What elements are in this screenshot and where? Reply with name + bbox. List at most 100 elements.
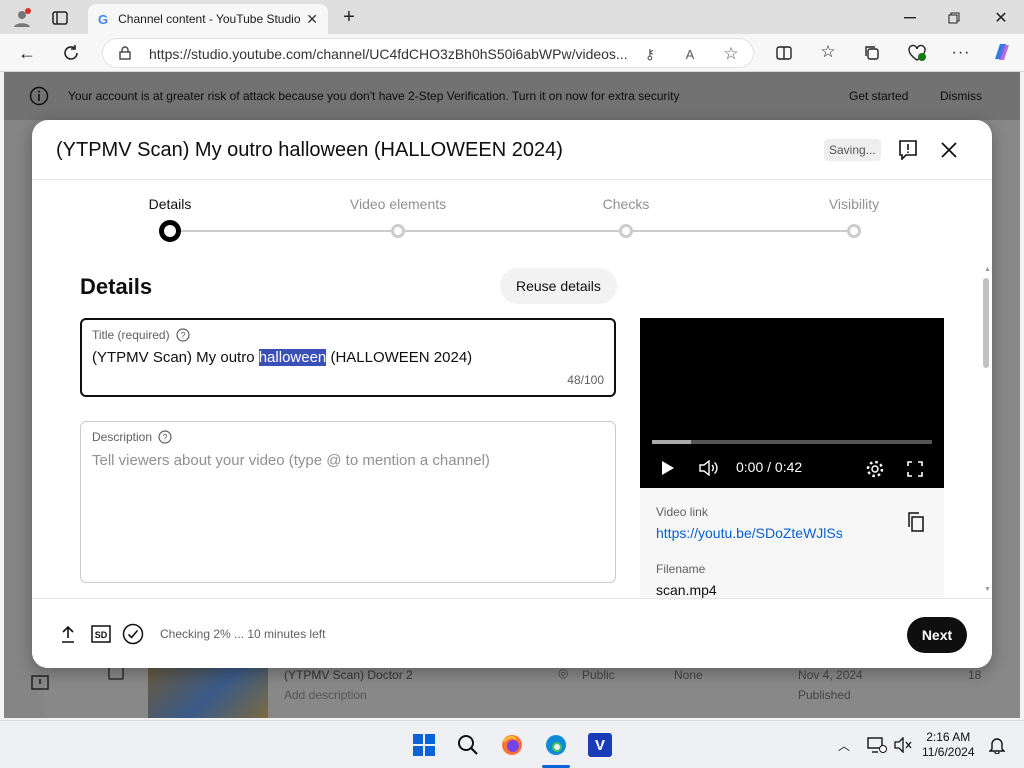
help-icon[interactable]: ? bbox=[175, 328, 190, 342]
svg-text:?: ? bbox=[163, 433, 168, 443]
scroll-down-arrow-icon[interactable]: ▼ bbox=[984, 586, 991, 593]
reuse-details-button[interactable]: Reuse details bbox=[500, 268, 617, 304]
dismiss-button[interactable]: Dismiss bbox=[940, 89, 982, 103]
browser-toolbar: ← https://studio.youtube.com/channel/UC4… bbox=[0, 34, 1024, 72]
close-tab-icon[interactable]: ✕ bbox=[306, 11, 318, 28]
filename-label: Filename bbox=[656, 562, 706, 576]
fullscreen-icon[interactable] bbox=[904, 458, 926, 480]
dialog-title: (YTPMV Scan) My outro halloween (HALLOWE… bbox=[56, 139, 563, 161]
description-label-row: Description ? bbox=[92, 430, 172, 444]
refresh-icon[interactable] bbox=[60, 42, 82, 64]
stepper-line bbox=[170, 230, 854, 232]
svg-text:?: ? bbox=[180, 331, 185, 341]
network-icon[interactable] bbox=[866, 734, 888, 756]
back-icon[interactable]: ← bbox=[16, 42, 38, 64]
close-dialog-icon[interactable] bbox=[936, 137, 962, 163]
step-details[interactable]: Details bbox=[149, 196, 192, 212]
copilot-icon[interactable] bbox=[990, 40, 1014, 64]
title-text-before: (YTPMV Scan) My outro bbox=[92, 349, 259, 366]
next-button[interactable]: Next bbox=[907, 617, 967, 653]
description-field[interactable]: Description ? Tell viewers about your vi… bbox=[80, 421, 616, 583]
step-video-elements-dot[interactable] bbox=[391, 224, 405, 238]
collections-icon[interactable] bbox=[862, 43, 882, 63]
help-icon[interactable]: ? bbox=[158, 430, 172, 444]
title-field[interactable]: Title (required) ? (YTPMV Scan) My outro… bbox=[80, 318, 616, 397]
title-input[interactable]: (YTPMV Scan) My outro halloween (HALLOWE… bbox=[92, 349, 472, 366]
description-label: Description bbox=[92, 430, 153, 444]
checks-icon bbox=[121, 622, 145, 646]
favorite-star-icon[interactable]: ☆ bbox=[721, 44, 741, 64]
settings-gear-icon[interactable] bbox=[864, 458, 886, 480]
split-screen-icon[interactable] bbox=[774, 43, 794, 63]
read-aloud-icon[interactable]: A bbox=[681, 45, 699, 63]
search-icon[interactable] bbox=[456, 733, 480, 757]
browser-essentials-icon[interactable] bbox=[906, 42, 928, 64]
notification-bell-icon[interactable] bbox=[986, 734, 1008, 756]
volume-muted-icon[interactable] bbox=[892, 734, 914, 756]
minimize-icon[interactable] bbox=[900, 8, 920, 28]
firefox-icon[interactable] bbox=[500, 733, 524, 757]
browser-tab[interactable]: G Channel content - YouTube Studio ✕ bbox=[88, 4, 328, 34]
step-visibility-dot[interactable] bbox=[847, 224, 861, 238]
row-restrictions: None bbox=[674, 668, 703, 682]
tab-title: Channel content - YouTube Studio bbox=[118, 12, 301, 26]
tab-actions-icon[interactable] bbox=[50, 8, 70, 28]
filename-value: scan.mp4 bbox=[656, 582, 717, 598]
row-views: 18 bbox=[968, 668, 982, 682]
report-icon[interactable] bbox=[896, 138, 920, 162]
video-player[interactable]: 0:00 / 0:42 bbox=[640, 318, 944, 488]
sd-quality-icon: SD bbox=[90, 623, 112, 645]
new-tab-icon[interactable]: + bbox=[338, 6, 360, 28]
step-checks-dot[interactable] bbox=[619, 224, 633, 238]
dialog-footer: SD Checking 2% ... 10 minutes left Next bbox=[32, 598, 992, 668]
row-visibility[interactable]: Public bbox=[582, 668, 615, 682]
video-link[interactable]: https://youtu.be/SDoZteWJlSs bbox=[656, 525, 843, 541]
video-progress-fill bbox=[652, 440, 692, 444]
scrollbar-thumb[interactable] bbox=[983, 278, 989, 368]
step-video-elements[interactable]: Video elements bbox=[350, 196, 446, 212]
step-checks[interactable]: Checks bbox=[603, 196, 650, 212]
details-heading: Details bbox=[80, 274, 153, 299]
upload-stepper: Details Video elements Checks Visibility bbox=[32, 180, 992, 250]
upload-icon bbox=[58, 623, 78, 645]
video-thumbnail[interactable] bbox=[148, 662, 268, 718]
copy-icon[interactable] bbox=[904, 510, 928, 534]
key-icon[interactable]: ⚷ bbox=[641, 45, 659, 63]
dialog-header: (YTPMV Scan) My outro halloween (HALLOWE… bbox=[32, 120, 992, 180]
url-text: https://studio.youtube.com/channel/UC4fd… bbox=[149, 46, 628, 62]
close-window-icon[interactable]: ✕ bbox=[990, 7, 1012, 29]
windows-start-icon[interactable] bbox=[412, 733, 436, 757]
vegas-icon[interactable]: V bbox=[588, 733, 612, 757]
address-bar[interactable]: https://studio.youtube.com/channel/UC4fd… bbox=[102, 38, 754, 68]
volume-icon[interactable] bbox=[698, 458, 720, 478]
title-char-count: 48/100 bbox=[567, 373, 604, 387]
step-details-dot[interactable] bbox=[159, 220, 181, 242]
video-time: 0:00 / 0:42 bbox=[736, 459, 803, 475]
title-text-after: (HALLOWEEN 2024) bbox=[326, 349, 473, 366]
title-text-selected: halloween bbox=[258, 349, 327, 366]
scroll-up-arrow-icon[interactable]: ▲ bbox=[984, 266, 991, 273]
dialog-scrollbar[interactable]: ▲ ▼ bbox=[982, 266, 991, 596]
video-info-panel: Video link https://youtu.be/SDoZteWJlSs … bbox=[640, 488, 944, 600]
google-favicon-icon: G bbox=[98, 11, 109, 27]
row-title[interactable]: (YTPMV Scan) Doctor 2 bbox=[284, 668, 413, 682]
row-status: Published bbox=[798, 688, 851, 702]
more-menu-icon[interactable]: ··· bbox=[950, 42, 972, 64]
video-progress-bar[interactable] bbox=[652, 440, 932, 444]
row-description: Add description bbox=[284, 688, 367, 702]
play-icon[interactable] bbox=[658, 458, 678, 478]
banner-message: Your account is at greater risk of attac… bbox=[68, 89, 680, 103]
get-started-button[interactable]: Get started bbox=[849, 89, 908, 103]
favorites-icon[interactable]: ☆ bbox=[818, 42, 838, 62]
svg-text:SD: SD bbox=[95, 630, 108, 640]
title-field-label-row: Title (required) ? bbox=[92, 328, 190, 342]
step-visibility[interactable]: Visibility bbox=[829, 196, 879, 212]
browser-tab-bar: G Channel content - YouTube Studio ✕ + ✕ bbox=[0, 0, 1024, 34]
chevron-up-icon[interactable]: ︿ bbox=[836, 737, 852, 753]
edge-icon[interactable] bbox=[544, 733, 568, 757]
system-clock[interactable]: 2:16 AM 11/6/2024 bbox=[922, 730, 975, 760]
lock-icon[interactable] bbox=[117, 45, 133, 61]
profile-icon[interactable] bbox=[10, 6, 34, 30]
restore-icon[interactable] bbox=[944, 8, 964, 28]
clock-date: 11/6/2024 bbox=[922, 745, 975, 759]
